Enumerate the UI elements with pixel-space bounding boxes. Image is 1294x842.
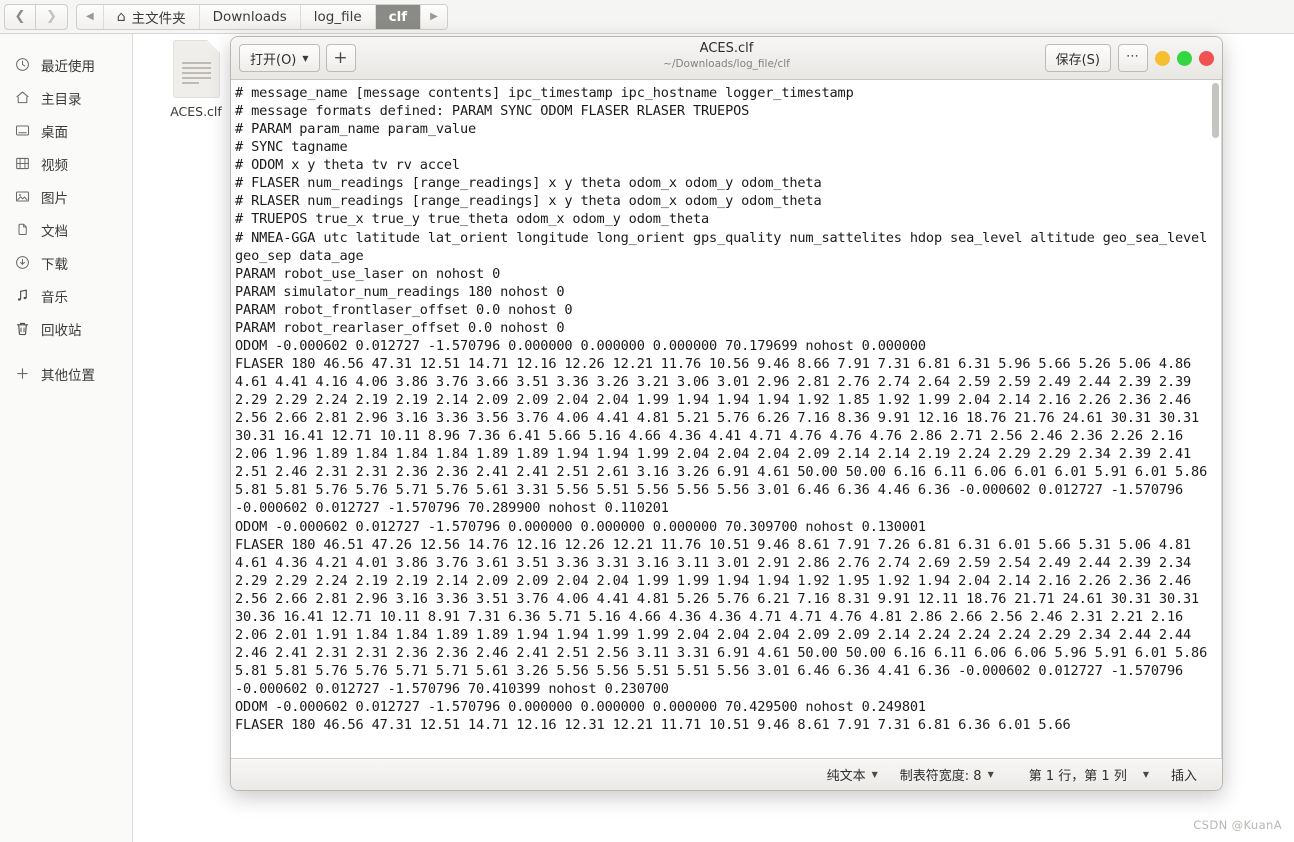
editor-header-right-group: 保存(S) ⋯ — [1044, 44, 1214, 72]
sidebar-item-desktop[interactable]: 桌面 — [0, 114, 132, 147]
editor-status-bar: 纯文本 ▼ 制表符宽度: 8 ▼ 第 1 行，第 1 列 ▼ 插入 — [231, 758, 1222, 790]
language-selector[interactable]: 纯文本 ▼ — [816, 765, 889, 784]
document-lines — [181, 62, 211, 87]
sidebar-item-label: 下载 — [41, 256, 68, 273]
triangle-left-icon: ◀ — [86, 11, 94, 22]
tab-width-selector[interactable]: 制表符宽度: 8 ▼ — [889, 765, 1005, 784]
new-document-button[interactable]: + — [325, 44, 356, 72]
sidebar-item-label: 图片 — [41, 190, 68, 207]
breadcrumb-item-clf[interactable]: clf — [375, 4, 422, 29]
path-bar: ❮ ❯ ◀ ⌂ 主文件夹 Downloads log_file clf ▶ — [0, 0, 1294, 34]
sidebar-item-label: 音乐 — [41, 289, 68, 306]
sidebar-item-label: 视频 — [41, 157, 68, 174]
sidebar-item-trash[interactable]: 回收站 — [0, 312, 132, 345]
sidebar-item-pictures[interactable]: 图片 — [0, 180, 132, 213]
sidebar-item-label: 主目录 — [41, 91, 82, 108]
trash-icon — [14, 320, 31, 337]
hamburger-menu-button[interactable]: ⋯ — [1118, 44, 1148, 72]
chevron-left-icon: ❮ — [14, 9, 26, 24]
chevron-right-icon: ❯ — [46, 9, 57, 24]
image-icon — [14, 188, 31, 205]
text-document-icon — [172, 40, 220, 98]
sidebar-item-recent[interactable]: 最近使用 — [0, 48, 132, 81]
insert-mode-indicator[interactable]: 插入 — [1160, 765, 1208, 784]
caret-down-icon: ▼ — [871, 770, 878, 779]
music-note-icon — [14, 287, 31, 304]
editor-header-bar: 打开(O) ▼ + ACES.clf ~/Downloads/log_file/… — [231, 37, 1222, 80]
documents-icon — [14, 221, 31, 238]
close-button[interactable] — [1199, 50, 1214, 66]
save-button-label: 保存(S) — [1055, 52, 1100, 68]
editor-header-left-group: 打开(O) ▼ + — [239, 44, 356, 72]
vertical-scrollbar-thumb[interactable] — [1212, 83, 1219, 138]
text-editor-window: 打开(O) ▼ + ACES.clf ~/Downloads/log_file/… — [230, 36, 1223, 791]
sidebar-item-label: 桌面 — [41, 124, 68, 141]
clock-icon — [14, 56, 31, 73]
sidebar-item-other-locations[interactable]: 其他位置 — [0, 357, 132, 390]
sidebar-item-home[interactable]: 主目录 — [0, 81, 132, 114]
breadcrumb-item-label: 主文件夹 — [131, 10, 186, 27]
desktop-icon — [14, 122, 31, 139]
caret-down-icon: ▼ — [1142, 770, 1149, 779]
sidebar-item-documents[interactable]: 文档 — [0, 213, 132, 246]
download-icon — [14, 254, 31, 271]
home-icon: ⌂ — [116, 8, 126, 25]
cursor-position-label: 第 1 行，第 1 列 — [1028, 769, 1127, 784]
triangle-right-icon: ▶ — [430, 11, 438, 22]
sidebar-item-downloads[interactable]: 下载 — [0, 246, 132, 279]
breadcrumb-scroll-right-button[interactable]: ▶ — [421, 4, 447, 29]
caret-down-icon: ▼ — [987, 770, 994, 779]
sidebar: 最近使用 主目录 桌面 视频 图片 文档 下载 音乐 回收站 其他位置 — [0, 34, 133, 842]
editor-text-content[interactable]: # message_name [message contents] ipc_ti… — [231, 80, 1222, 758]
editor-text-area-wrapper: # message_name [message contents] ipc_ti… — [231, 80, 1222, 758]
back-button[interactable]: ❮ — [4, 3, 36, 30]
home-icon — [14, 89, 31, 106]
watermark: CSDN @KuanA — [1193, 818, 1282, 832]
sidebar-item-videos[interactable]: 视频 — [0, 147, 132, 180]
breadcrumb-item-label: Downloads — [212, 8, 287, 25]
breadcrumb-scroll-left-button[interactable]: ◀ — [77, 4, 104, 29]
vertical-scrollbar-track — [1221, 80, 1222, 758]
history-nav-group: ❮ ❯ — [4, 3, 68, 30]
save-button[interactable]: 保存(S) — [1044, 44, 1111, 72]
ellipsis-icon: ⋯ — [1126, 48, 1140, 64]
maximize-button[interactable] — [1177, 50, 1192, 66]
sidebar-item-music[interactable]: 音乐 — [0, 279, 132, 312]
breadcrumb-item-log-file[interactable]: log_file — [300, 4, 376, 29]
sidebar-item-label: 最近使用 — [41, 58, 95, 75]
sidebar-separator — [0, 345, 132, 357]
caret-down-icon: ▼ — [302, 53, 309, 63]
open-button-label: 打开(O) — [250, 52, 297, 68]
open-button[interactable]: 打开(O) ▼ — [239, 44, 320, 72]
sidebar-item-label: 回收站 — [41, 322, 82, 339]
file-item-aces-clf[interactable]: ACES.clf — [149, 40, 243, 119]
plus-icon — [14, 365, 31, 382]
breadcrumb-item-downloads[interactable]: Downloads — [199, 4, 301, 29]
sidebar-item-label: 文档 — [41, 223, 68, 240]
language-label: 纯文本 — [826, 769, 866, 784]
breadcrumb-item-label: clf — [388, 8, 408, 25]
sidebar-item-label: 其他位置 — [41, 367, 95, 384]
breadcrumb: ◀ ⌂ 主文件夹 Downloads log_file clf ▶ — [76, 3, 448, 30]
cursor-position-selector[interactable]: 第 1 行，第 1 列 ▼ — [1005, 765, 1160, 784]
forward-button[interactable]: ❯ — [36, 3, 68, 30]
file-item-label: ACES.clf — [170, 104, 222, 119]
plus-icon: + — [333, 48, 348, 68]
tab-width-label: 制表符宽度: 8 — [899, 769, 982, 784]
breadcrumb-item-label: log_file — [313, 8, 362, 25]
breadcrumb-item-home[interactable]: ⌂ 主文件夹 — [103, 4, 200, 29]
minimize-button[interactable] — [1155, 50, 1170, 66]
film-icon — [14, 155, 31, 172]
insert-mode-label: 插入 — [1170, 769, 1197, 784]
